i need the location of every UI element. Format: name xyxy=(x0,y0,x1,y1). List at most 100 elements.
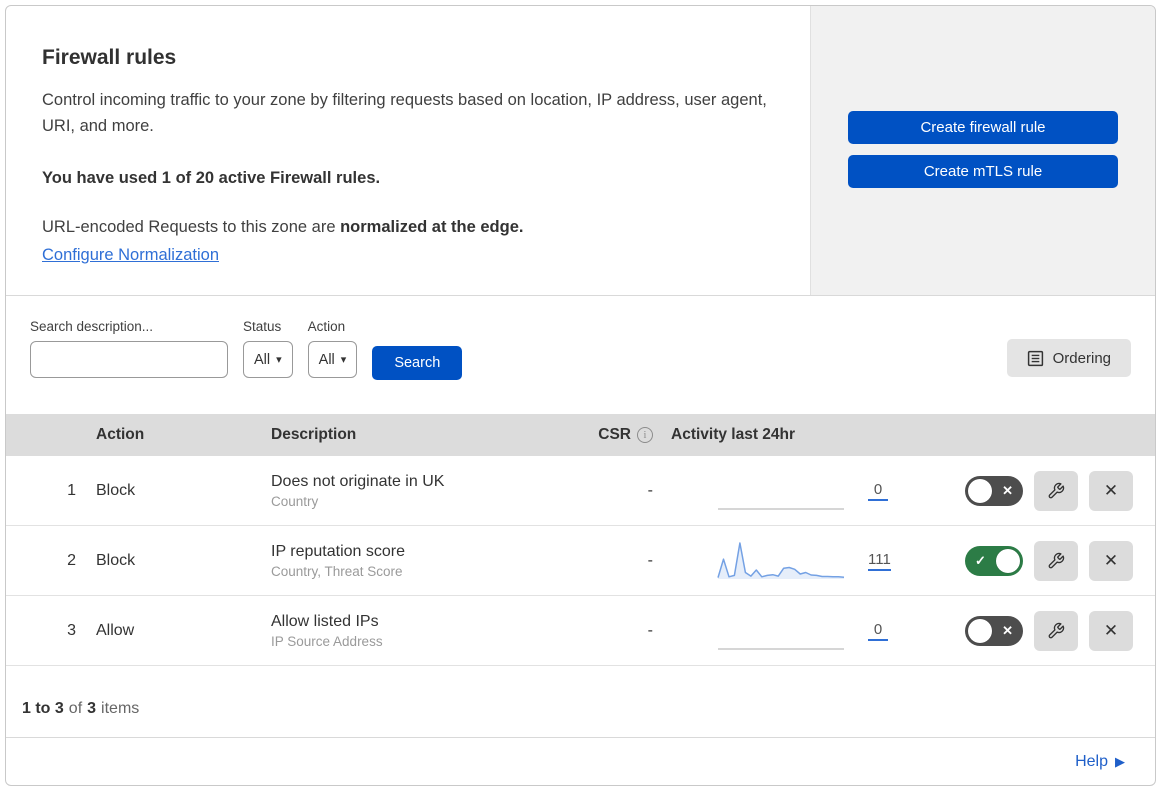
table-row: 3 Allow Allow listed IPs IP Source Addre… xyxy=(6,596,1155,666)
page-description: Control incoming traffic to your zone by… xyxy=(42,91,767,135)
delete-rule-button[interactable]: ✕ xyxy=(1089,470,1133,511)
action-label: Action xyxy=(307,319,346,334)
edit-rule-button[interactable] xyxy=(1034,540,1078,581)
info-icon[interactable]: i xyxy=(637,427,653,443)
hero-text-block: Firewall rules Control incoming traffic … xyxy=(6,6,810,295)
rule-enable-toggle[interactable]: ✓ ✕ xyxy=(965,615,1023,646)
toggle-knob xyxy=(968,478,992,503)
rule-controls: ✓ ✕ ✕ xyxy=(906,540,1155,581)
edit-rule-button[interactable] xyxy=(1034,470,1078,511)
close-icon: ✕ xyxy=(1103,620,1119,640)
help-bar: Help ▶ xyxy=(6,738,1155,785)
rule-criteria: IP Source Address xyxy=(271,633,383,649)
normalization-note-bold: normalized at the edge. xyxy=(340,218,524,237)
activity-sparkline xyxy=(717,541,845,579)
toggle-knob xyxy=(968,618,992,643)
search-label: Search description... xyxy=(30,319,154,334)
rule-description: IP reputation score xyxy=(271,542,406,560)
header-activity: Activity last 24hr xyxy=(671,426,796,443)
usage-summary: You have used 1 of 20 active Firewall ru… xyxy=(42,169,381,188)
rule-controls: ✓ ✕ ✕ xyxy=(906,610,1155,651)
rule-action: Allow xyxy=(96,621,135,639)
list-icon xyxy=(1027,350,1043,366)
ordering-button[interactable]: Ordering xyxy=(1006,339,1131,377)
help-link[interactable]: Help ▶ xyxy=(1075,753,1125,771)
action-select[interactable]: All ▾ xyxy=(307,341,358,378)
rule-enable-toggle[interactable]: ✓ ✕ xyxy=(965,475,1023,506)
table-row: 1 Block Does not originate in UK Country… xyxy=(6,456,1155,526)
search-group: Search description... xyxy=(30,319,230,378)
edit-rule-button[interactable] xyxy=(1034,610,1078,651)
chevron-down-icon: ▾ xyxy=(340,354,347,366)
header-description: Description xyxy=(271,426,357,443)
pagination-items: items xyxy=(101,699,140,717)
x-icon: ✕ xyxy=(1002,622,1013,638)
rule-description: Allow listed IPs xyxy=(271,612,379,630)
check-icon: ✓ xyxy=(975,552,986,568)
rule-activity-cell: 0 xyxy=(671,609,906,653)
pagination-of: of xyxy=(68,699,83,717)
activity-count-link[interactable]: 0 xyxy=(868,481,888,501)
pagination-total: 3 xyxy=(87,699,97,717)
chevron-down-icon: ▾ xyxy=(276,354,282,366)
activity-count-link[interactable]: 111 xyxy=(868,551,891,571)
rule-csr: - xyxy=(647,551,653,569)
table-row: 2 Block IP reputation score Country, Thr… xyxy=(6,526,1155,596)
rule-priority: 3 xyxy=(67,621,76,639)
activity-count-link[interactable]: 0 xyxy=(868,621,888,641)
firewall-rules-card: Firewall rules Control incoming traffic … xyxy=(5,5,1156,786)
activity-sparkline xyxy=(718,507,844,510)
rule-description-cell: Allow listed IPs IP Source Address xyxy=(271,613,581,649)
page: Firewall rules Control incoming traffic … xyxy=(0,0,1161,791)
search-button[interactable]: Search xyxy=(372,346,463,380)
table-header: Action Description CSR i Activity last 2… xyxy=(6,414,1155,456)
wrench-icon xyxy=(1048,552,1065,568)
normalization-note-prefix: URL-encoded Requests to this zone are xyxy=(42,218,341,237)
rule-priority: 1 xyxy=(67,481,76,499)
filter-bar: Search description... Status All ▾ Actio… xyxy=(6,296,1155,414)
arrow-right-icon: ▶ xyxy=(1115,753,1125,769)
rule-csr: - xyxy=(647,621,653,639)
create-mtls-rule-button[interactable]: Create mTLS rule xyxy=(848,155,1118,188)
rule-activity-cell: 0 xyxy=(671,469,906,513)
rule-priority: 2 xyxy=(67,551,76,569)
header-csr-label: CSR xyxy=(598,426,631,443)
search-input[interactable] xyxy=(49,351,230,368)
rule-criteria: Country xyxy=(271,493,319,509)
wrench-icon xyxy=(1048,622,1065,638)
close-icon: ✕ xyxy=(1103,550,1119,570)
pagination-range: 1 to 3 xyxy=(22,699,64,717)
rule-description-cell: IP reputation score Country, Threat Scor… xyxy=(271,543,581,579)
rule-controls: ✓ ✕ ✕ xyxy=(906,470,1155,511)
rule-action: Block xyxy=(96,551,136,569)
status-select[interactable]: All ▾ xyxy=(243,341,293,378)
rule-enable-toggle[interactable]: ✓ ✕ xyxy=(965,545,1023,576)
rule-activity-cell: 111 xyxy=(671,539,906,583)
page-title: Firewall rules xyxy=(42,46,177,69)
x-icon: ✕ xyxy=(1002,482,1013,498)
table-footer: 1 to 3 of 3 items xyxy=(6,666,1155,738)
ordering-button-label: Ordering xyxy=(1052,349,1111,367)
action-filter-group: Action All ▾ xyxy=(307,319,358,378)
status-filter-group: Status All ▾ xyxy=(243,319,293,378)
rule-csr: - xyxy=(647,481,653,499)
delete-rule-button[interactable]: ✕ xyxy=(1089,610,1133,651)
status-label: Status xyxy=(243,319,282,334)
create-firewall-rule-button[interactable]: Create firewall rule xyxy=(848,111,1118,144)
rule-criteria: Country, Threat Score xyxy=(271,563,403,579)
delete-rule-button[interactable]: ✕ xyxy=(1089,540,1133,581)
activity-sparkline xyxy=(718,647,844,650)
normalization-note: URL-encoded Requests to this zone are no… xyxy=(42,218,780,237)
configure-normalization-link[interactable]: Configure Normalization xyxy=(42,246,219,265)
status-selected-value: All xyxy=(254,351,271,368)
action-selected-value: All xyxy=(318,351,335,368)
rule-description: Does not originate in UK xyxy=(271,472,445,490)
toggle-knob xyxy=(996,548,1020,573)
wrench-icon xyxy=(1048,482,1065,498)
header-action: Action xyxy=(96,426,145,443)
search-input-wrapper xyxy=(30,341,230,378)
hero-actions-panel: Create firewall rule Create mTLS rule xyxy=(810,6,1155,295)
hero-section: Firewall rules Control incoming traffic … xyxy=(6,6,1155,296)
rule-description-cell: Does not originate in UK Country xyxy=(271,473,581,509)
help-link-label: Help xyxy=(1075,752,1108,770)
